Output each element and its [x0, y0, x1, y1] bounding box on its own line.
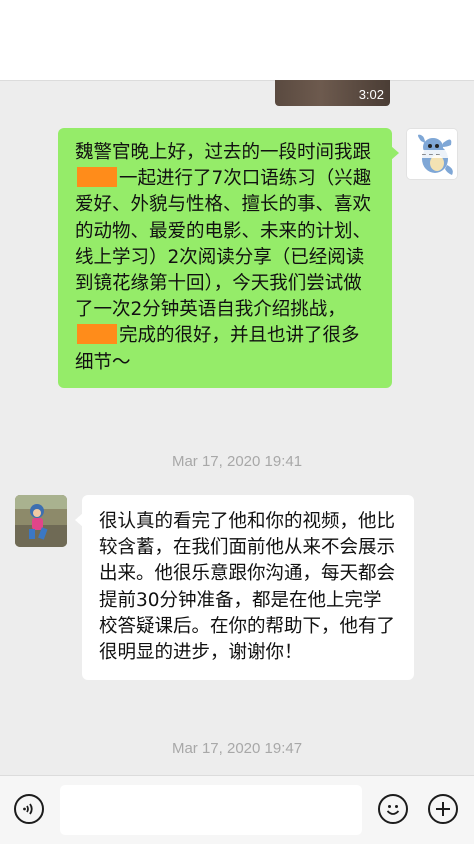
message-text: 完成的很好，并且也讲了很多细节～: [75, 325, 360, 373]
voice-icon[interactable]: [14, 794, 44, 824]
top-bar: [0, 0, 474, 81]
video-message-thumbnail[interactable]: 3:02: [275, 80, 390, 106]
message-text: 很认真的看完了他和你的视频，他比较含蓄，在我们面前他从来不会展示出来。他很乐意跟…: [99, 511, 396, 664]
redaction-block: [77, 324, 117, 345]
plus-icon[interactable]: [428, 794, 458, 824]
message-input[interactable]: [60, 785, 362, 835]
message-text: 一起进行了7次口语练习（兴趣爱好、外貌与性格、擅长的事、喜欢的动物、最爱的电影、…: [75, 168, 372, 321]
contact-avatar[interactable]: [15, 495, 67, 547]
cartoon-avatar-icon: ~ ~ ~: [407, 129, 457, 179]
photo-avatar-icon: [15, 495, 67, 547]
svg-text:~ ~ ~: ~ ~ ~: [422, 152, 441, 159]
message-bubble-incoming[interactable]: 很认真的看完了他和你的视频，他比较含蓄，在我们面前他从来不会展示出来。他很乐意跟…: [75, 495, 414, 681]
message-timestamp: Mar 17, 2020 19:41: [171, 453, 303, 470]
message-text: 魏警官晚上好，过去的一段时间我跟: [75, 142, 372, 163]
emoji-icon[interactable]: [378, 794, 408, 824]
message-bubble-outgoing[interactable]: 魏警官晚上好，过去的一段时间我跟一起进行了7次口语练习（兴趣爱好、外貌与性格、擅…: [58, 128, 399, 388]
redaction-block: [77, 167, 117, 188]
my-avatar[interactable]: ~ ~ ~: [406, 128, 458, 180]
video-duration: 3:02: [358, 87, 384, 102]
input-bar: [0, 775, 474, 844]
message-timestamp: Mar 17, 2020 19:47: [171, 740, 303, 757]
